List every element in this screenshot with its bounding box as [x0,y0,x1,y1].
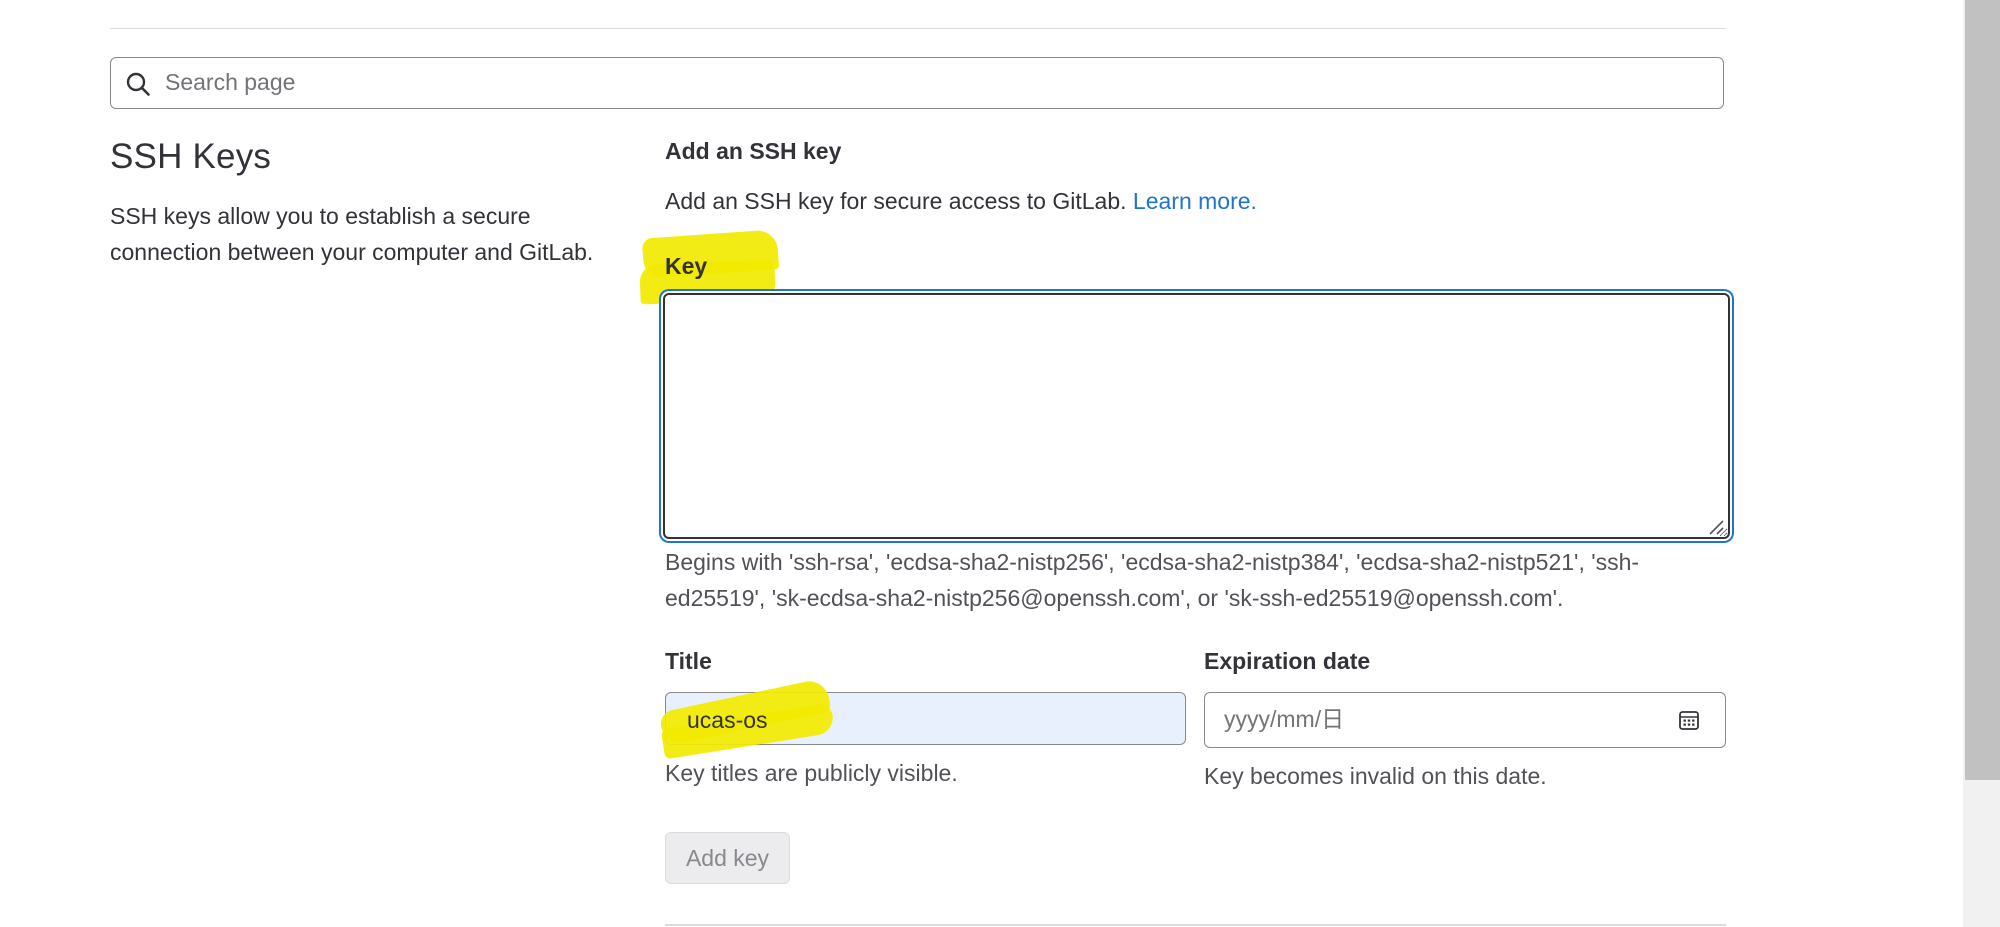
form-heading: Add an SSH key [665,138,842,164]
learn-more-link[interactable]: Learn more. [1133,188,1257,214]
section-title: SSH Keys [110,137,272,176]
expiration-help-text: Key becomes invalid on this date. [1204,763,1547,789]
section-description: SSH keys allow you to establish a secure… [110,203,594,265]
expiration-date-label: Expiration date [1204,648,1371,674]
top-divider [110,28,1726,29]
ssh-keys-settings-page: SSH Keys SSH keys allow you to establish… [0,0,2000,927]
search-input[interactable] [157,58,1707,107]
resize-grip-icon[interactable] [1707,518,1725,536]
calendar-icon[interactable] [1678,709,1700,731]
title-label: Title [665,648,712,674]
title-help-text: Key titles are publicly visible. [665,760,958,786]
form-intro-text: Add an SSH key for secure access to GitL… [665,188,1133,214]
key-label: Key [665,253,708,279]
key-help-text: Begins with 'ssh-rsa', 'ecdsa-sha2-nistp… [665,549,1640,611]
key-textarea[interactable] [663,293,1730,539]
bottom-divider [665,924,1726,926]
expiration-date-field[interactable] [1204,692,1726,748]
scrollbar-thumb[interactable] [1965,0,2000,780]
search-icon [126,72,150,96]
add-key-button[interactable]: Add key [665,832,790,884]
search-box[interactable] [110,57,1724,109]
form-intro: Add an SSH key for secure access to GitL… [665,188,1257,215]
expiration-date-input[interactable] [1205,693,1645,746]
